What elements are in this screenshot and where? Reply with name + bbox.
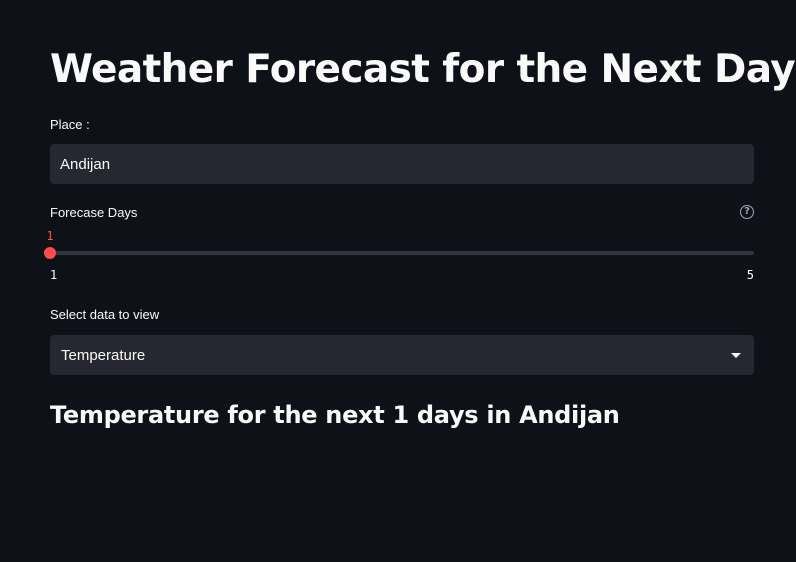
- result-subheader: Temperature for the next 1 days in Andij…: [50, 401, 620, 429]
- slider-track[interactable]: [50, 251, 754, 255]
- page-title: Weather Forecast for the Next Days: [50, 47, 796, 92]
- data-select-value: Temperature: [61, 347, 146, 364]
- forecast-days-label: Forecase Days: [50, 205, 138, 220]
- select-data-label: Select data to view: [50, 307, 160, 322]
- slider-max-label: 5: [746, 268, 754, 282]
- slider-current-value: 1: [46, 229, 54, 243]
- slider-thumb[interactable]: [44, 247, 56, 259]
- caret-down-icon[interactable]: [731, 353, 741, 358]
- place-input[interactable]: [50, 144, 754, 184]
- place-label: Place :: [50, 117, 90, 132]
- slider-min-label: 1: [50, 268, 58, 282]
- app-root: Weather Forecast for the Next Days Place…: [0, 0, 796, 562]
- data-select[interactable]: Temperature: [50, 335, 754, 375]
- help-icon[interactable]: ?: [740, 205, 754, 219]
